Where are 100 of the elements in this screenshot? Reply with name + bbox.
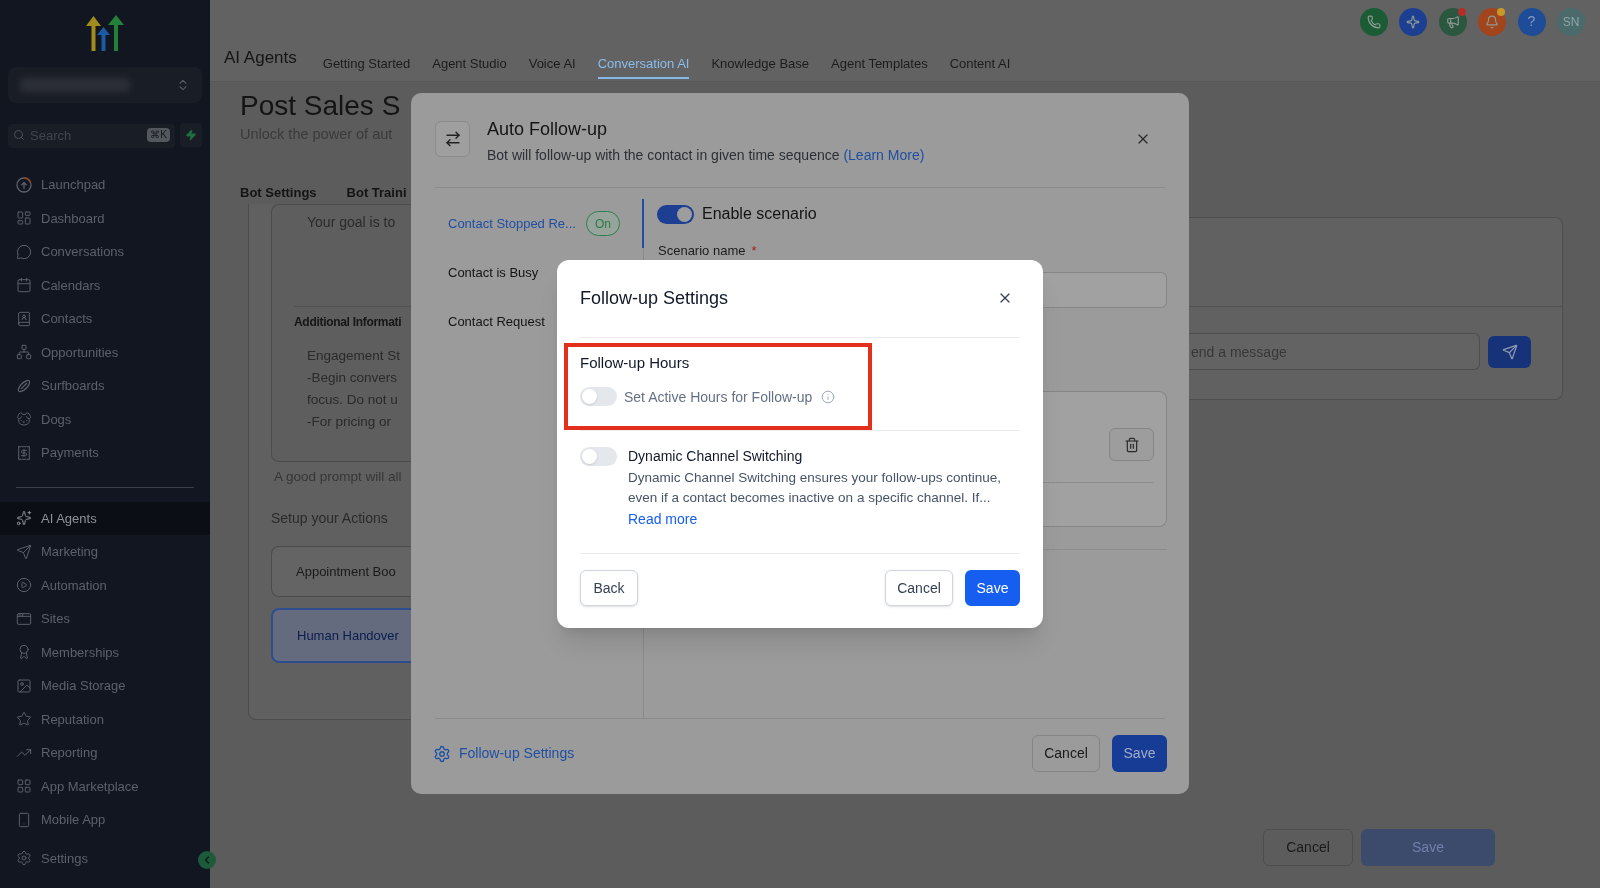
sidebar-item[interactable]: Mobile App bbox=[0, 803, 210, 837]
arrow-up-circle-icon bbox=[16, 176, 32, 193]
quick-action-button[interactable] bbox=[180, 123, 202, 147]
hierarchy-icon bbox=[16, 344, 32, 361]
scenario-name-field[interactable] bbox=[1043, 272, 1167, 308]
bell-icon bbox=[1485, 14, 1499, 29]
sidebar-item[interactable]: Dashboard bbox=[0, 201, 210, 235]
section-tab[interactable]: Bot Settings bbox=[240, 185, 317, 201]
send-button[interactable] bbox=[1488, 336, 1531, 368]
send-icon bbox=[1501, 344, 1518, 360]
sidebar-item[interactable]: Launchpad bbox=[0, 168, 210, 202]
toggle-label: Set Active Hours for Follow-up bbox=[624, 387, 813, 406]
sidebar-item[interactable]: Marketing bbox=[0, 535, 210, 569]
cancel-button[interactable]: Cancel bbox=[885, 570, 953, 606]
cancel-button[interactable]: Cancel bbox=[1032, 735, 1100, 772]
calendar-icon bbox=[16, 277, 32, 294]
sidebar-item[interactable]: Opportunities bbox=[0, 335, 210, 369]
sidebar-item[interactable]: Reporting bbox=[0, 736, 210, 770]
contact-book-icon bbox=[16, 310, 32, 327]
cancel-button[interactable]: Cancel bbox=[1263, 829, 1353, 866]
lightning-icon bbox=[185, 129, 197, 141]
nav-tab[interactable]: Agent Studio bbox=[432, 43, 507, 80]
star-icon bbox=[16, 711, 32, 728]
logo-icon bbox=[83, 14, 127, 52]
sidebar-item[interactable]: Reputation bbox=[0, 702, 210, 736]
page-title: Post Sales S bbox=[240, 89, 401, 123]
sidebar-item[interactable]: Surfboards bbox=[0, 369, 210, 403]
assistant-button[interactable] bbox=[1399, 7, 1427, 36]
chat-bubble-icon bbox=[16, 243, 32, 260]
action-card[interactable]: Human Handover bbox=[271, 608, 411, 663]
sidebar-item[interactable]: Settings bbox=[0, 841, 188, 875]
sidebar-item[interactable]: Payments bbox=[0, 436, 210, 470]
dialog-description: Bot will follow-up with the contact in given time sequence (Learn More) bbox=[487, 146, 925, 164]
surfboard-icon bbox=[16, 377, 32, 394]
sidebar-item[interactable]: Calendars bbox=[0, 268, 210, 302]
avatar[interactable]: SN bbox=[1557, 7, 1585, 36]
read-more-link[interactable]: Read more bbox=[628, 509, 698, 529]
learn-more-link[interactable]: (Learn More) bbox=[843, 147, 925, 163]
option-title: Dynamic Channel Switching bbox=[628, 447, 803, 465]
sidebar-item[interactable]: AI Agents bbox=[0, 501, 210, 535]
save-button[interactable]: Save bbox=[1112, 735, 1167, 772]
help-button[interactable]: ? bbox=[1517, 7, 1546, 36]
phone-icon bbox=[1366, 14, 1381, 29]
trash-icon bbox=[1123, 436, 1140, 453]
nav-tab[interactable]: Getting Started bbox=[322, 43, 411, 80]
sidebar-item[interactable]: App Marketplace bbox=[0, 769, 210, 803]
scenario-item[interactable]: Contact Stopped Re... On bbox=[435, 199, 644, 248]
save-button[interactable]: Save bbox=[965, 570, 1020, 606]
dog-icon bbox=[16, 411, 32, 428]
settings-icon bbox=[433, 744, 451, 763]
info-icon bbox=[821, 389, 836, 404]
dashboard-icon bbox=[16, 210, 32, 227]
prompt-heading: Additional Informati bbox=[294, 315, 402, 329]
search-icon bbox=[13, 129, 25, 141]
account-switcher[interactable] bbox=[8, 67, 202, 103]
nav-tab[interactable]: Content AI bbox=[949, 43, 1011, 80]
follow-up-settings-link[interactable]: Follow-up Settings bbox=[433, 743, 575, 764]
field-label: Scenario name bbox=[658, 244, 746, 258]
play-circle-icon bbox=[16, 577, 32, 594]
section-tab[interactable]: Bot Traini bbox=[346, 185, 407, 201]
award-icon bbox=[16, 644, 32, 661]
grid-icon bbox=[16, 778, 32, 795]
toggle-switch[interactable] bbox=[580, 387, 617, 406]
nav-tab[interactable]: Agent Templates bbox=[831, 43, 928, 80]
action-card[interactable]: Appointment Boo bbox=[271, 546, 411, 597]
section-title: Follow-up Hours bbox=[580, 354, 690, 372]
sparkle-icon bbox=[1406, 14, 1420, 29]
status-badge: On bbox=[585, 211, 620, 236]
sidebar-item[interactable]: Contacts bbox=[0, 302, 210, 336]
paper-plane-icon bbox=[16, 543, 32, 560]
browser-window-icon bbox=[16, 610, 32, 627]
sidebar-item[interactable]: Sites bbox=[0, 602, 210, 636]
nav-tab[interactable]: Voice AI bbox=[528, 43, 576, 80]
swap-arrows-icon bbox=[435, 121, 470, 157]
sparkles-icon bbox=[16, 510, 32, 527]
delete-button[interactable] bbox=[1109, 428, 1154, 461]
sidebar-item[interactable]: Dogs bbox=[0, 402, 210, 436]
app-title: AI Agents bbox=[224, 48, 297, 69]
toggle-switch[interactable] bbox=[657, 204, 694, 224]
toggle-switch[interactable] bbox=[580, 447, 617, 466]
nav-tab[interactable]: Conversation AI bbox=[597, 43, 690, 80]
option-description: Dynamic Channel Switching ensures your follow-ups continue, even if a contact becomes inactive on a specific channel. If... bbox=[628, 469, 1002, 507]
notifications-button[interactable] bbox=[1478, 7, 1506, 36]
nav-tab[interactable]: Knowledge Base bbox=[711, 43, 810, 80]
settings-icon bbox=[16, 850, 32, 867]
megaphone-icon bbox=[1445, 14, 1460, 29]
sidebar-item[interactable]: Memberships bbox=[0, 635, 210, 669]
toggle-label: Enable scenario bbox=[702, 204, 817, 224]
shortcut-badge: ⌘K bbox=[147, 128, 170, 142]
image-icon bbox=[16, 677, 32, 694]
receipt-icon bbox=[16, 444, 32, 461]
sidebar-item[interactable]: Automation bbox=[0, 568, 210, 602]
back-button[interactable]: Back bbox=[580, 570, 638, 606]
sidebar-item[interactable]: Media Storage bbox=[0, 669, 210, 703]
announcements-button[interactable] bbox=[1438, 7, 1467, 36]
required-mark: * bbox=[751, 244, 757, 258]
phone-button[interactable] bbox=[1359, 7, 1388, 36]
smartphone-icon bbox=[16, 811, 32, 828]
sidebar-item[interactable]: Conversations bbox=[0, 235, 210, 269]
dialog-title: Auto Follow-up bbox=[487, 118, 609, 140]
